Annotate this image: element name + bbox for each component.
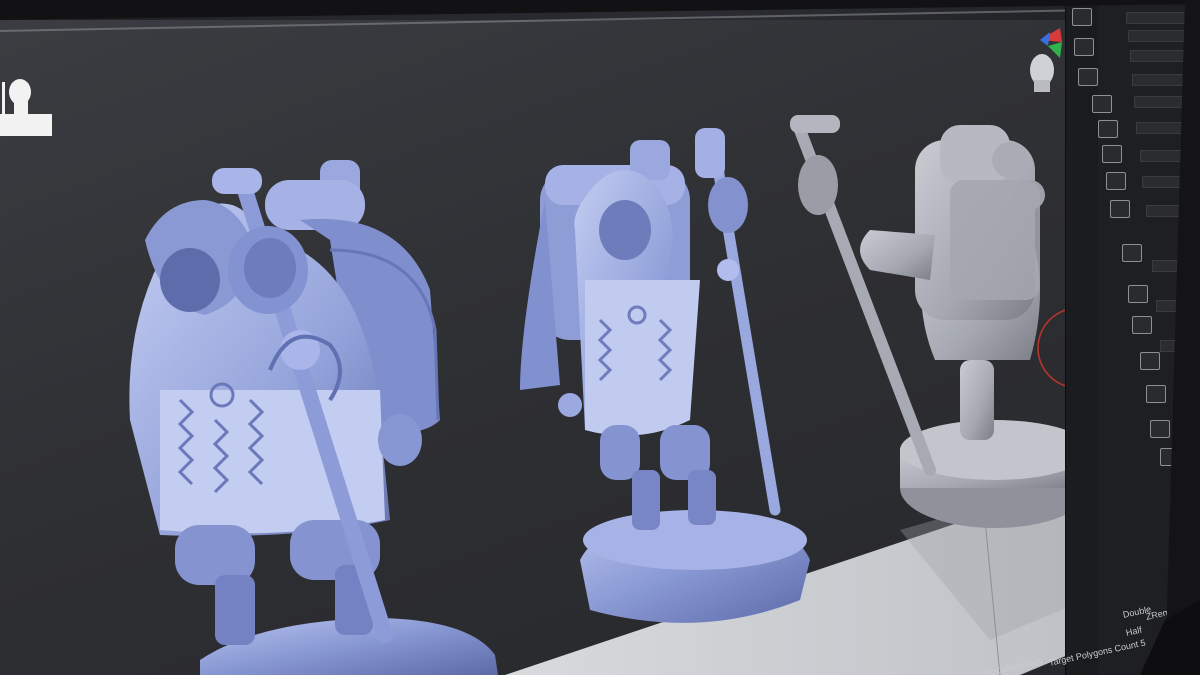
tool-shelf-icons[interactable] (1072, 8, 1092, 26)
zbrush-screen: BackfaceMask Target Polygons Count 5 Dou… (0, 0, 1200, 675)
panel-slider[interactable] (1130, 50, 1193, 62)
sculpt-viewport[interactable] (0, 0, 1200, 675)
panel-slider[interactable] (1132, 74, 1193, 86)
tool-button[interactable] (1106, 172, 1126, 190)
panel-slider[interactable] (1156, 300, 1200, 312)
tool-button[interactable] (1170, 500, 1190, 518)
panel-slider[interactable] (1152, 260, 1200, 272)
sculpt-figure-back-view (790, 115, 1090, 528)
sculpt-figure-three-quarter-view (129, 160, 498, 675)
panel-slider[interactable] (1142, 176, 1197, 188)
panel-slider[interactable] (1136, 122, 1195, 134)
panel-slider[interactable] (1126, 12, 1191, 24)
tool-button[interactable] (1146, 385, 1166, 403)
axis-gizmo-icon (1030, 28, 1062, 92)
tool-button[interactable] (1102, 145, 1122, 163)
tool-button[interactable] (1132, 316, 1152, 334)
tool-button[interactable] (1150, 420, 1170, 438)
tool-button[interactable] (1092, 95, 1112, 113)
panel-slider[interactable] (1140, 150, 1197, 162)
tool-button[interactable] (1078, 68, 1098, 86)
panel-slider[interactable] (1128, 30, 1193, 42)
panel-slider[interactable] (1134, 96, 1195, 108)
tool-button[interactable] (1074, 38, 1094, 56)
tool-button[interactable] (1122, 244, 1142, 262)
tool-button[interactable] (1140, 352, 1160, 370)
panel-slider[interactable] (1146, 205, 1199, 217)
tool-button[interactable] (1098, 120, 1118, 138)
tool-button[interactable] (1160, 448, 1180, 466)
tool-button[interactable] (1110, 200, 1130, 218)
tool-button[interactable] (1128, 285, 1148, 303)
sculpt-figure-front-view (520, 128, 810, 623)
panel-slider[interactable] (1160, 340, 1200, 352)
